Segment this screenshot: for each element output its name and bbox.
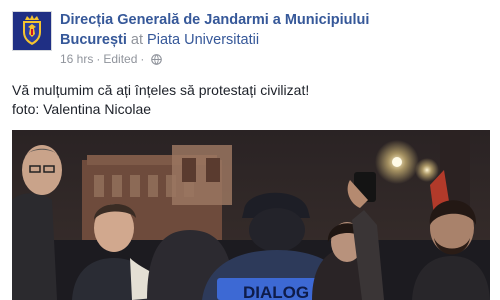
page-name-link-continued[interactable]: București	[60, 32, 127, 48]
meta-separator-2: ·	[140, 52, 145, 66]
post-message: Vă mulțumim că ați înțeles să protestați…	[12, 81, 488, 119]
message-line-1: Vă mulțumim că ați înțeles să protestați…	[12, 82, 310, 98]
meta-separator: ·	[96, 52, 101, 66]
globe-icon[interactable]	[151, 53, 163, 69]
at-label: at	[130, 32, 144, 48]
coat-of-arms-icon	[13, 12, 51, 50]
message-credit-line: foto: Valentina Nicolae	[12, 101, 152, 117]
post-photo[interactable]: DIALOG	[12, 130, 490, 300]
facebook-post: Direcția Generală de Jandarmi a Municipi…	[0, 0, 500, 300]
page-title-line-1: Direcția Generală de Jandarmi a Municipi…	[60, 10, 490, 30]
page-name-link[interactable]: Direcția Generală de Jandarmi a Municipi…	[60, 12, 369, 28]
edited-link[interactable]: Edited	[103, 52, 137, 66]
vest-text: DIALOG	[243, 283, 309, 300]
post-header: Direcția Generală de Jandarmi a Municipi…	[60, 10, 490, 69]
location-link[interactable]: Piata Universitatii	[147, 32, 259, 48]
page-title-line-2: București at Piata Universitatii	[60, 30, 490, 50]
page-avatar[interactable]	[12, 11, 52, 51]
protest-photo: DIALOG	[12, 130, 490, 300]
post-meta: 16 hrs · Edited ·	[60, 51, 490, 69]
post-timestamp[interactable]: 16 hrs	[60, 52, 93, 66]
